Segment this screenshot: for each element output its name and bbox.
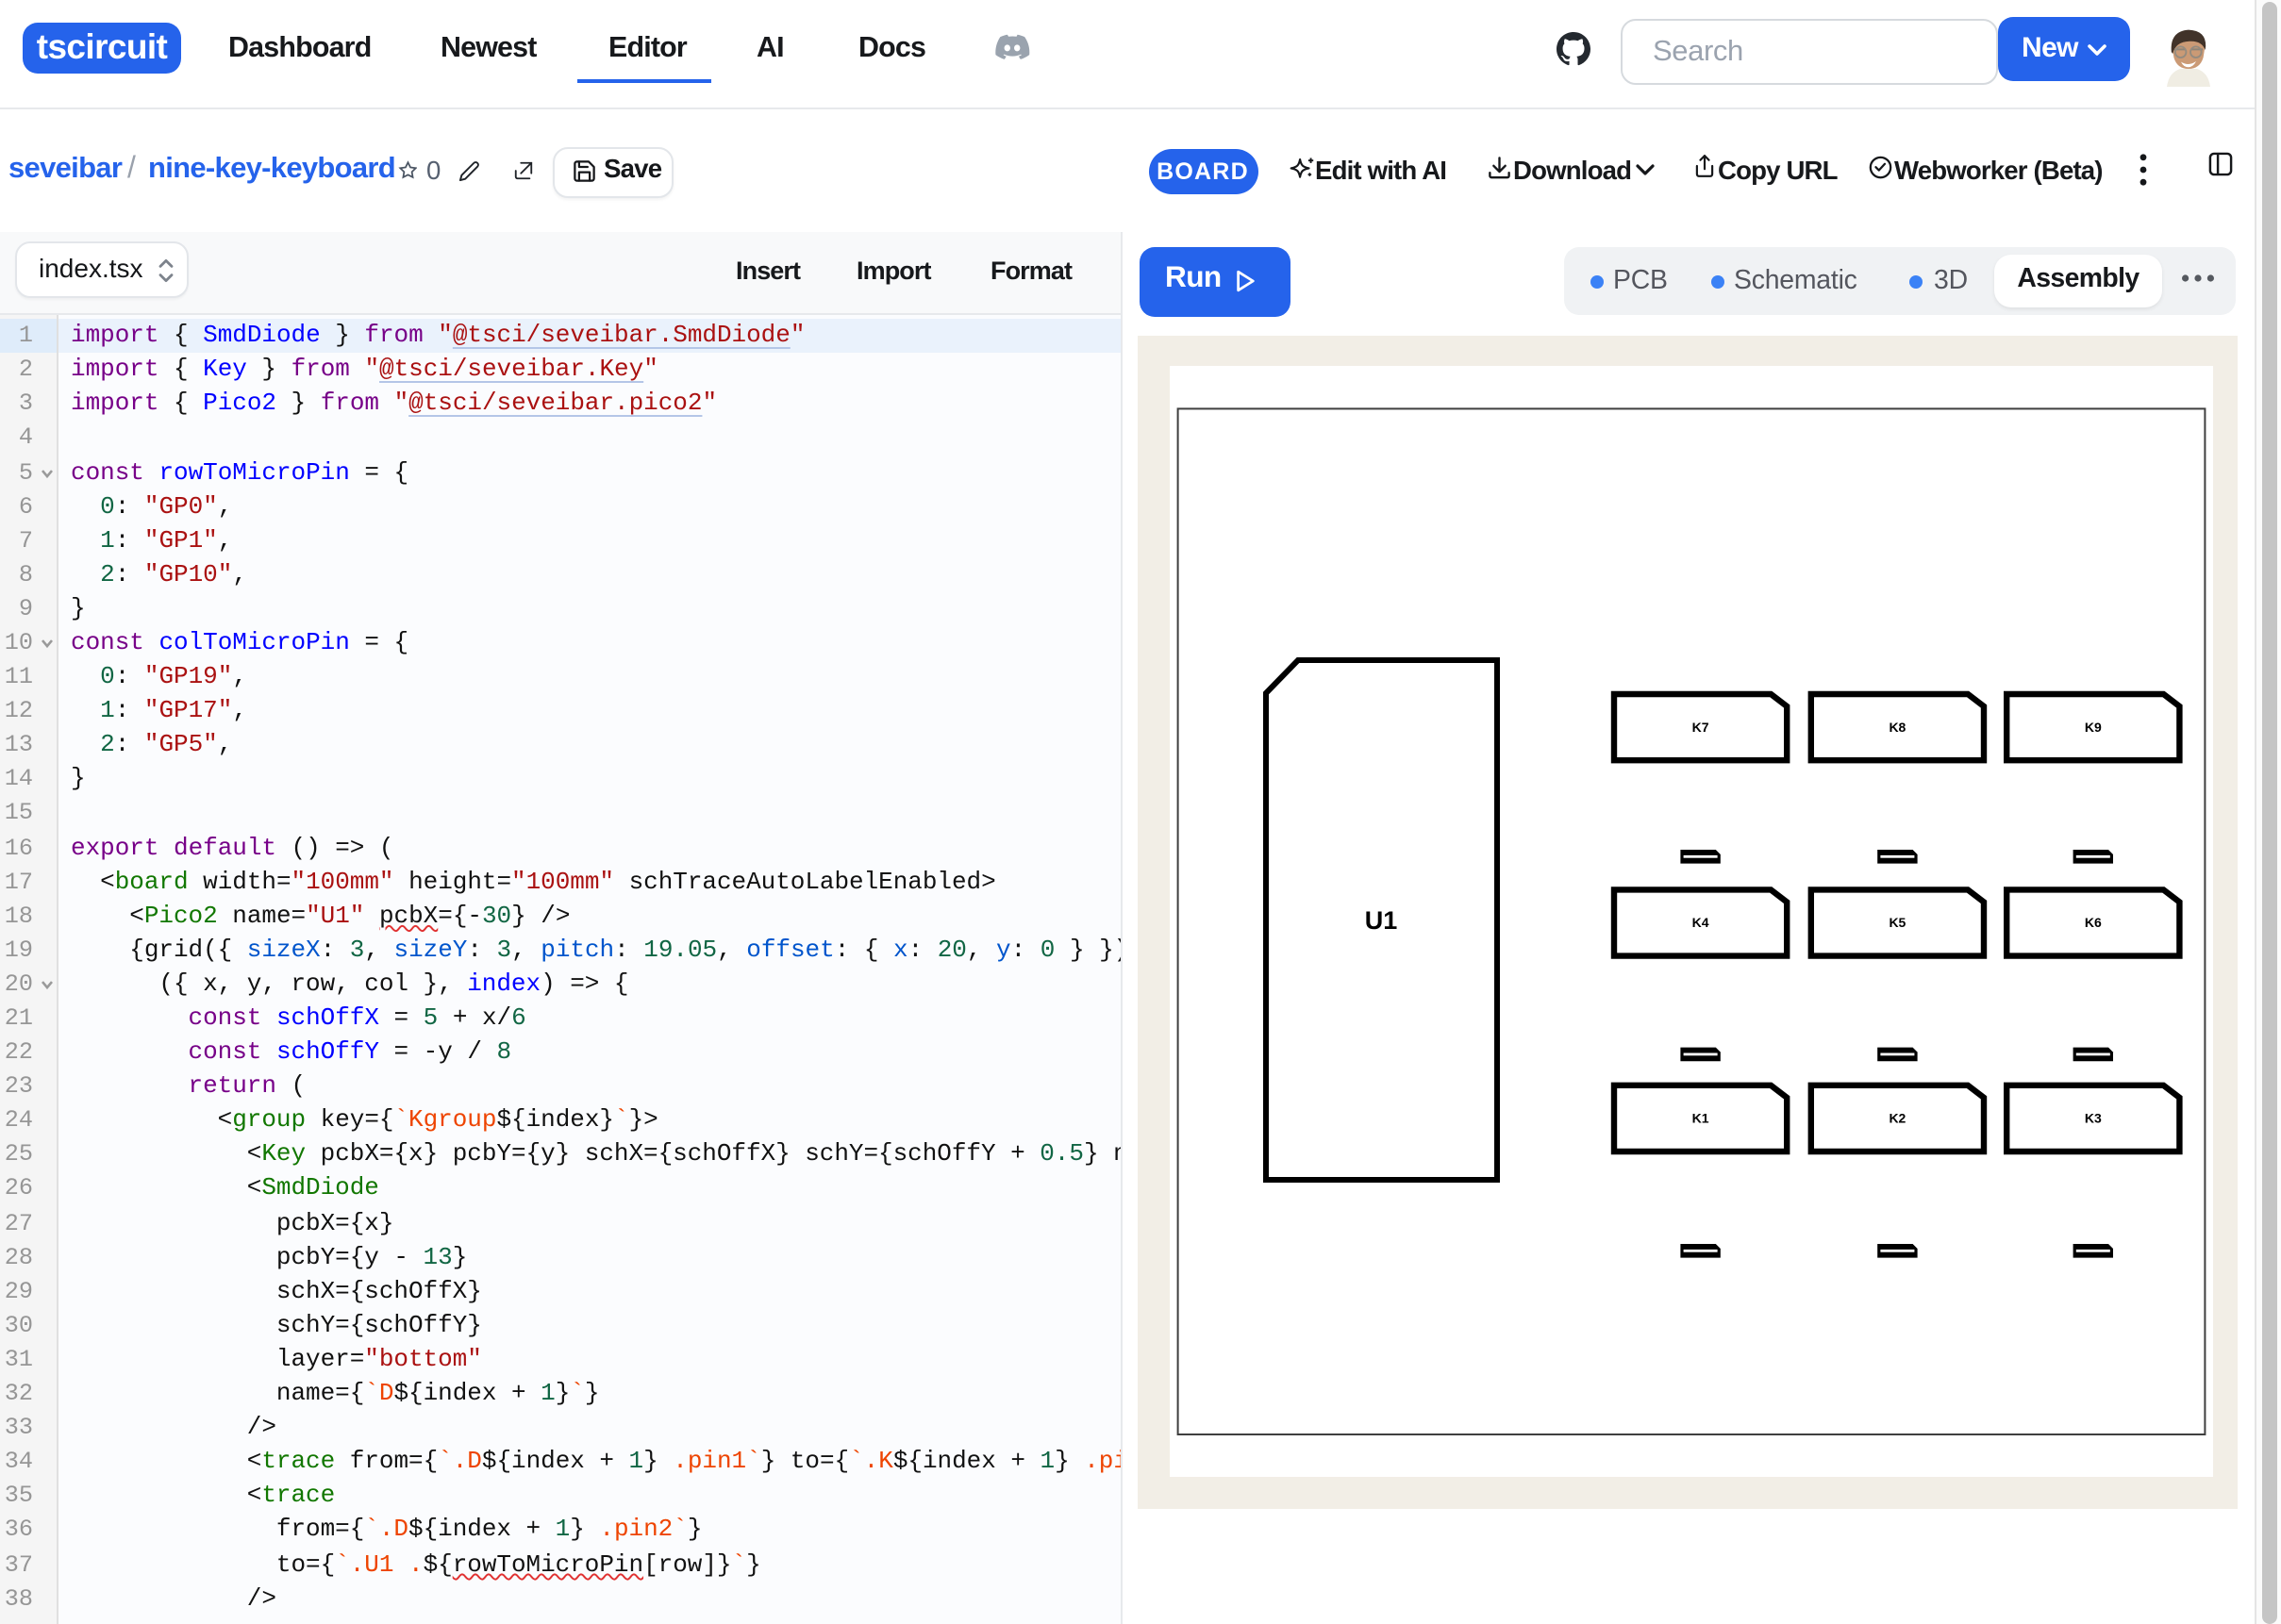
svg-text:K6: K6 [2085, 915, 2102, 930]
svg-text:K4: K4 [1692, 915, 1709, 930]
svg-text:K9: K9 [2085, 720, 2102, 735]
svg-text:K2: K2 [1889, 1111, 1906, 1126]
svg-text:U1: U1 [1365, 906, 1398, 935]
svg-text:K5: K5 [1889, 915, 1906, 930]
svg-text:K3: K3 [2085, 1111, 2102, 1126]
svg-text:K1: K1 [1692, 1111, 1709, 1126]
svg-text:K8: K8 [1889, 720, 1906, 735]
svg-text:K7: K7 [1692, 720, 1709, 735]
